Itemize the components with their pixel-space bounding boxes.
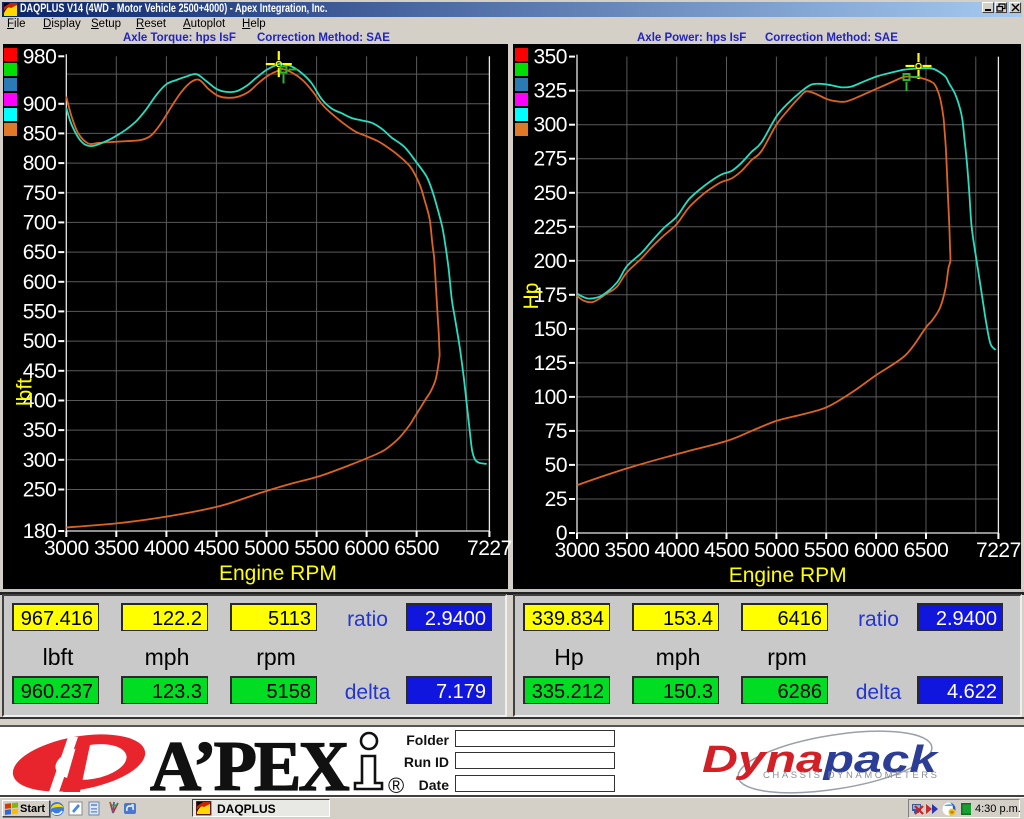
- svg-text:550: 550: [23, 300, 57, 323]
- svg-text:25: 25: [545, 488, 567, 511]
- svg-text:850: 850: [23, 122, 57, 145]
- svg-text:100: 100: [533, 386, 567, 409]
- svg-text:5000: 5000: [754, 539, 799, 562]
- svg-text:900: 900: [23, 93, 57, 116]
- svg-text:150: 150: [533, 318, 567, 341]
- svg-text:4500: 4500: [704, 539, 749, 562]
- svg-text:6500: 6500: [904, 539, 949, 562]
- svg-text:750: 750: [23, 182, 57, 205]
- svg-text:Engine RPM: Engine RPM: [219, 562, 337, 585]
- svg-text:7227: 7227: [976, 539, 1021, 562]
- svg-text:700: 700: [23, 211, 57, 234]
- svg-text:75: 75: [545, 420, 567, 443]
- svg-text:200: 200: [533, 250, 567, 273]
- svg-text:3000: 3000: [44, 537, 89, 560]
- svg-text:4500: 4500: [194, 537, 239, 560]
- svg-text:600: 600: [23, 271, 57, 294]
- svg-text:4000: 4000: [144, 537, 189, 560]
- svg-text:5500: 5500: [804, 539, 849, 562]
- svg-text:800: 800: [23, 152, 57, 175]
- svg-text:500: 500: [23, 330, 57, 353]
- svg-text:5500: 5500: [294, 537, 339, 560]
- svg-text:Hp: Hp: [520, 283, 543, 310]
- svg-text:A’PEX: A’PEX: [150, 728, 349, 797]
- svg-text:225: 225: [533, 216, 567, 239]
- svg-text:6000: 6000: [854, 539, 899, 562]
- svg-text:6000: 6000: [344, 537, 389, 560]
- svg-text:5000: 5000: [244, 537, 289, 560]
- svg-text:4000: 4000: [654, 539, 699, 562]
- svg-text:7227: 7227: [467, 537, 512, 560]
- svg-text:lbft: lbft: [13, 378, 36, 406]
- svg-text:3000: 3000: [555, 539, 600, 562]
- svg-text:125: 125: [533, 352, 567, 375]
- svg-text:50: 50: [545, 454, 567, 477]
- svg-text:350: 350: [23, 419, 57, 442]
- svg-text:3500: 3500: [605, 539, 650, 562]
- svg-text:980: 980: [23, 45, 57, 68]
- svg-text:300: 300: [23, 449, 57, 472]
- svg-text:350: 350: [533, 46, 567, 69]
- svg-text:325: 325: [533, 80, 567, 103]
- svg-text:Engine RPM: Engine RPM: [729, 564, 847, 587]
- svg-text:250: 250: [533, 182, 567, 205]
- svg-text:6500: 6500: [394, 537, 439, 560]
- svg-text:300: 300: [533, 114, 567, 137]
- svg-text:250: 250: [23, 479, 57, 502]
- svg-text:650: 650: [23, 241, 57, 264]
- svg-text:275: 275: [533, 148, 567, 171]
- svg-text:3500: 3500: [94, 537, 139, 560]
